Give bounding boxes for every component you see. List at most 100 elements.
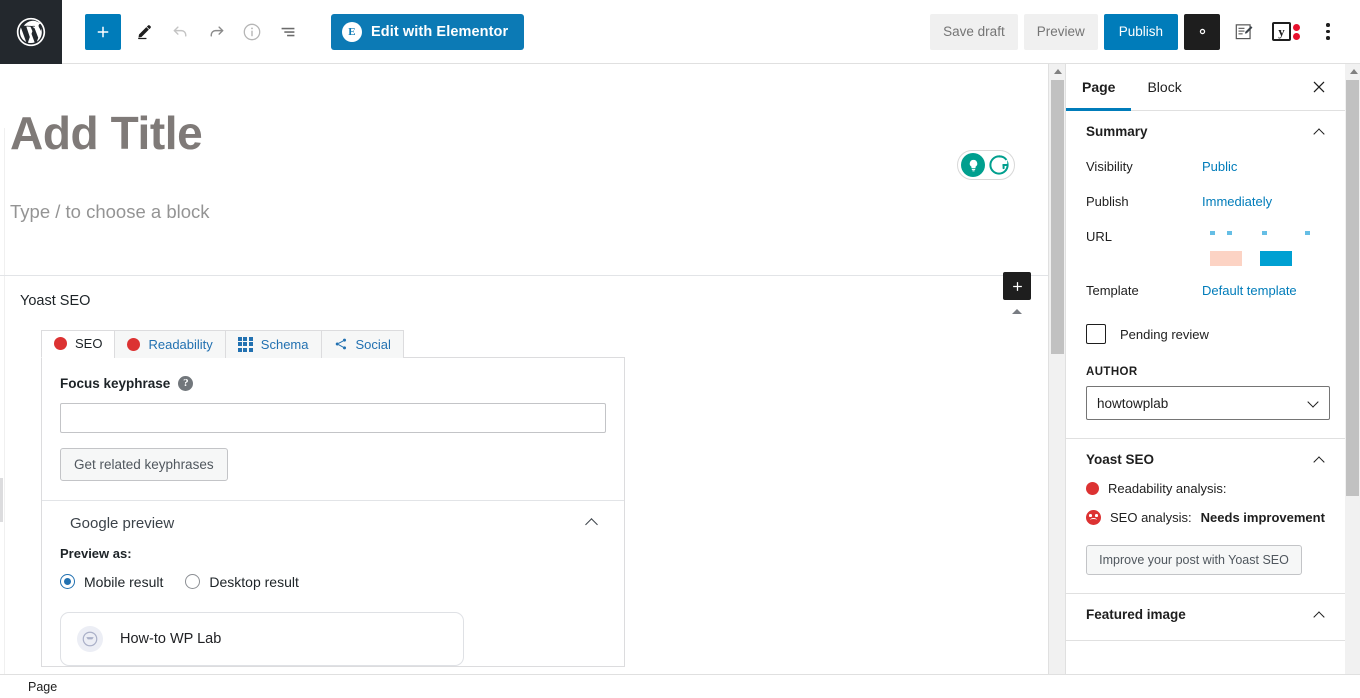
yoast-seo-metabox: Yoast SEO SEO Readability Schema Social …: [0, 276, 1048, 667]
url-label: URL: [1086, 229, 1113, 244]
author-select[interactable]: howtowplab: [1086, 386, 1330, 420]
chevron-up-icon[interactable]: [585, 518, 598, 532]
list-view-icon: [281, 27, 295, 36]
pending-review-label[interactable]: Pending review: [1120, 327, 1209, 342]
redo-button[interactable]: [198, 14, 234, 50]
yoast-sidebar-panel: Yoast SEO Readability analysis: SEO anal…: [1066, 439, 1345, 594]
lightbulb-icon[interactable]: [961, 153, 985, 177]
yoast-panel-header[interactable]: Yoast SEO: [1086, 452, 1329, 468]
get-related-keyphrases-button[interactable]: Get related keyphrases: [60, 447, 228, 481]
tab-block[interactable]: Block: [1131, 64, 1197, 111]
yoast-tab-seo[interactable]: SEO: [41, 329, 116, 358]
undo-button[interactable]: [162, 14, 198, 50]
redo-arrow-icon: [210, 26, 223, 37]
template-row: Template Default template: [1086, 283, 1329, 298]
yoast-letter: y: [1272, 22, 1291, 41]
save-draft-button[interactable]: Save draft: [930, 13, 1018, 50]
yoast-metabox-title: Yoast SEO: [20, 293, 91, 310]
yoast-tab-readability[interactable]: Readability: [114, 329, 226, 358]
edit-with-elementor-button[interactable]: E Edit with Elementor: [331, 13, 525, 50]
url-chip-pink: [1209, 251, 1242, 266]
kebab-menu-icon: [1326, 23, 1330, 40]
paragraph-block-placeholder[interactable]: Type / to choose a block: [0, 159, 1048, 223]
preview-button[interactable]: Preview: [1023, 13, 1098, 50]
visibility-value[interactable]: Public: [1202, 159, 1237, 174]
radio-desktop-label: Desktop result: [209, 573, 299, 590]
yoast-seo-button[interactable]: y: [1268, 14, 1304, 50]
radio-desktop-indicator[interactable]: [185, 574, 201, 590]
sidebar-tab-list: Page Block: [1066, 64, 1345, 111]
document-edit-button[interactable]: [1226, 14, 1262, 50]
editor-scrollbar[interactable]: [1048, 64, 1066, 674]
edit-tool-button[interactable]: [126, 14, 162, 50]
chevron-up-icon[interactable]: [1313, 127, 1325, 140]
author-select-value: howtowplab: [1097, 395, 1169, 411]
radio-desktop-result[interactable]: Desktop result: [185, 573, 299, 590]
seo-analysis-value: Needs improvement: [1200, 510, 1325, 525]
toolbar-left-group: E Edit with Elementor: [62, 13, 525, 50]
radio-mobile-indicator[interactable]: [60, 574, 75, 590]
tab-page[interactable]: Page: [1066, 64, 1132, 111]
grammarly-widget[interactable]: [957, 150, 1015, 180]
focus-keyphrase-input[interactable]: [60, 402, 606, 433]
google-preview-title: Google preview: [70, 514, 175, 532]
radio-mobile-result[interactable]: Mobile result: [60, 574, 163, 590]
yoast-tab-list: SEO Readability Schema Social: [0, 329, 1048, 358]
wordpress-logo-icon[interactable]: [0, 0, 62, 64]
red-dot-icon: [127, 337, 141, 351]
yoast-tab-schema[interactable]: Schema: [224, 329, 322, 358]
list-view-button[interactable]: [270, 14, 306, 50]
info-circle-icon: [243, 23, 261, 40]
close-sidebar-button[interactable]: [1303, 71, 1335, 103]
yoast-logo-icon: y: [1272, 22, 1300, 41]
plus-icon: [97, 26, 109, 37]
publish-row: Publish Immediately: [1086, 194, 1329, 209]
chevron-up-icon[interactable]: [1313, 610, 1325, 623]
author-select-wrapper: howtowplab: [1086, 386, 1330, 420]
sidebar-scroll-up-arrow[interactable]: [1345, 64, 1360, 78]
sidebar-scrollbar[interactable]: [1345, 64, 1360, 698]
publish-value[interactable]: Immediately: [1202, 194, 1272, 209]
add-block-button[interactable]: [85, 13, 121, 50]
summary-panel: Summary Visibility Public Publish Immedi…: [1066, 111, 1345, 439]
wordpress-block-editor: E Edit with Elementor Save draft Preview…: [0, 0, 1360, 698]
more-options-button[interactable]: [1310, 14, 1346, 50]
readability-analysis-row: Readability analysis:: [1086, 481, 1329, 496]
post-title-input[interactable]: Add Title: [0, 64, 1048, 159]
author-field-label: AUTHOR: [1086, 366, 1138, 378]
seo-analysis-row: SEO analysis: Needs improvement: [1086, 510, 1329, 525]
visibility-label: Visibility: [1086, 159, 1133, 174]
details-info-button[interactable]: [234, 14, 270, 50]
plus-icon: [1012, 281, 1022, 291]
editor-canvas: Add Title Type / to choose a block Yoast…: [0, 64, 1048, 674]
yoast-seo-tab-panel: Focus keyphrase ? Get related keyphrases…: [41, 356, 625, 667]
undo-arrow-icon: [173, 26, 186, 37]
template-value[interactable]: Default template: [1202, 283, 1297, 298]
settings-sidebar: Page Block Summary Visibility Public Pub…: [1065, 64, 1345, 698]
elementor-badge-icon: E: [342, 21, 362, 42]
block-inserter-button[interactable]: [1003, 272, 1031, 300]
yoast-tab-social[interactable]: Social: [320, 329, 404, 358]
publish-button[interactable]: Publish: [1103, 13, 1178, 50]
google-preview-header[interactable]: Google preview: [60, 501, 606, 542]
settings-button[interactable]: [1184, 13, 1220, 50]
scrollbar-up-arrow[interactable]: [1049, 64, 1066, 78]
document-edit-icon: [1235, 23, 1253, 39]
red-dot-icon: [1086, 482, 1099, 495]
featured-image-panel-header[interactable]: Featured image: [1086, 607, 1329, 623]
grammarly-g-icon[interactable]: [987, 153, 1011, 177]
chevron-up-icon[interactable]: [1313, 455, 1325, 468]
site-favicon-icon: [77, 625, 103, 652]
yoast-metabox-header: Yoast SEO: [0, 276, 1048, 325]
question-mark-icon[interactable]: ?: [178, 375, 194, 391]
sidebar-scrollbar-thumb[interactable]: [1346, 80, 1359, 496]
toolbar-right-group: Save draft Preview Publish y: [930, 13, 1360, 50]
pending-review-checkbox[interactable]: [1086, 324, 1106, 344]
summary-panel-header[interactable]: Summary: [1086, 124, 1329, 140]
improve-post-button[interactable]: Improve your post with Yoast SEO: [1086, 545, 1302, 575]
url-value[interactable]: [1192, 229, 1329, 266]
red-sad-face-icon: [1086, 510, 1101, 525]
scrollbar-thumb[interactable]: [1051, 80, 1064, 354]
share-icon: [335, 338, 346, 350]
yoast-tab-schema-label: Schema: [260, 336, 309, 352]
